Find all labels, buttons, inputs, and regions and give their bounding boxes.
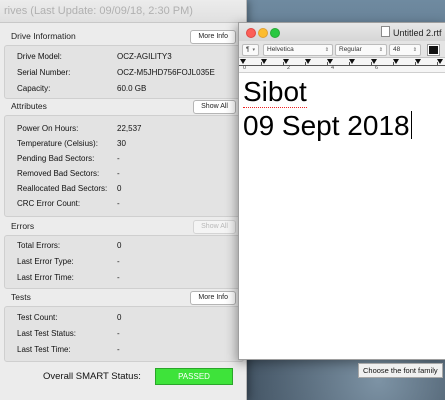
text-color-well[interactable]	[427, 44, 440, 56]
tab-stop-marker[interactable]	[371, 59, 377, 64]
window-title: rives (Last Update: 09/09/18, 2:30 PM)	[0, 0, 246, 23]
document-line-2: 09 Sept 2018	[243, 110, 413, 142]
chevron-updown-icon: ⇕	[412, 47, 417, 53]
last-test-status-value: -	[117, 329, 120, 338]
font-size-value: 48	[393, 46, 401, 53]
tab-stop-marker[interactable]	[437, 59, 443, 64]
misspelled-word: Sibot	[243, 76, 307, 108]
more-info-button[interactable]: More Info	[190, 30, 236, 44]
reallocated-bad-sectors-value: 0	[117, 184, 122, 193]
errors-section: Errors Show All Total Errors: 0 Last Err…	[0, 218, 246, 289]
overall-status-label: Overall SMART Status:	[43, 371, 141, 382]
font-size-combo[interactable]: 48 ⇕	[389, 44, 421, 56]
ruler-number: 0	[243, 65, 247, 71]
show-all-errors-button[interactable]: Show All	[193, 220, 236, 234]
overall-status-row: Overall SMART Status: PASSED	[0, 364, 246, 388]
paragraph-styles-popup[interactable]: ¶ ▾	[242, 44, 260, 56]
serial-number-label: Serial Number:	[17, 68, 71, 77]
smart-status-badge: PASSED	[155, 368, 233, 385]
tab-stop-marker[interactable]	[240, 59, 246, 64]
tab-stop-marker[interactable]	[261, 59, 267, 64]
tab-stop-marker[interactable]	[349, 59, 355, 64]
text-caret	[410, 111, 413, 139]
crc-error-count-label: CRC Error Count:	[17, 199, 81, 208]
minimize-window-button[interactable]	[258, 28, 268, 38]
capacity-value: 60.0 GB	[117, 84, 147, 93]
tests-section: Tests More Info Test Count: 0 Last Test …	[0, 289, 246, 362]
serial-number-value: OCZ-M5JHD756FOJL035E	[117, 68, 215, 77]
chevron-down-icon: ▾	[252, 47, 256, 53]
last-error-time-value: -	[117, 273, 120, 282]
document-text-area[interactable]: Sibot 09 Sept 2018	[239, 73, 445, 359]
font-style-popup[interactable]: Regular ⇕	[335, 44, 387, 56]
drive-information-box: Drive Model: OCZ-AGILITY3 Serial Number:…	[4, 45, 244, 99]
capacity-label: Capacity:	[17, 84, 51, 93]
section-title: Tests	[11, 292, 31, 302]
font-family-tooltip: Choose the font family	[358, 363, 443, 378]
last-test-time-label: Last Test Time:	[17, 345, 71, 354]
total-errors-value: 0	[117, 241, 122, 250]
document-line-2-text: 09 Sept 2018	[243, 110, 410, 141]
last-test-time-value: -	[117, 345, 120, 354]
tests-box: Test Count: 0 Last Test Status: - Last T…	[4, 306, 244, 362]
ruler-number: 2	[287, 65, 291, 71]
document-title: Untitled 2.rtf	[381, 26, 442, 38]
ruler-number: 4	[331, 65, 335, 71]
errors-box: Total Errors: 0 Last Error Type: - Last …	[4, 235, 244, 289]
last-error-time-label: Last Error Time:	[17, 273, 74, 282]
ruler-number: 6	[375, 65, 379, 71]
attributes-section: Attributes Show All Power On Hours: 22,5…	[0, 98, 246, 217]
zoom-window-button[interactable]	[270, 28, 280, 38]
last-error-type-label: Last Error Type:	[17, 257, 74, 266]
tab-stop-marker[interactable]	[393, 59, 399, 64]
ruler[interactable]: 0 2 4 6	[239, 58, 445, 73]
format-toolbar: ¶ ▾ Helvetica ⇕ Regular ⇕ 48 ⇕	[239, 41, 445, 58]
textedit-titlebar[interactable]: Untitled 2.rtf	[239, 23, 445, 41]
power-on-hours-value: 22,537	[117, 124, 142, 133]
paragraph-icon: ¶	[246, 46, 250, 53]
font-style-value: Regular	[339, 46, 362, 53]
power-on-hours-label: Power On Hours:	[17, 124, 79, 133]
tab-stop-marker[interactable]	[415, 59, 421, 64]
document-line-1: Sibot	[243, 76, 307, 108]
tab-stop-marker[interactable]	[327, 59, 333, 64]
tab-stop-marker[interactable]	[283, 59, 289, 64]
chevron-updown-icon: ⇕	[378, 47, 383, 53]
removed-bad-sectors-value: -	[117, 169, 120, 178]
chevron-updown-icon: ⇕	[324, 47, 329, 53]
reallocated-bad-sectors-label: Reallocated Bad Sectors:	[17, 184, 108, 193]
show-all-attributes-button[interactable]: Show All	[193, 100, 236, 114]
pending-bad-sectors-value: -	[117, 154, 120, 163]
pending-bad-sectors-label: Pending Bad Sectors:	[17, 154, 95, 163]
test-count-value: 0	[117, 313, 122, 322]
document-icon	[381, 26, 390, 37]
drive-model-value: OCZ-AGILITY3	[117, 52, 172, 61]
section-title: Attributes	[11, 101, 47, 111]
drive-information-section: Drive Information More Info Drive Model:…	[0, 28, 246, 99]
close-window-button[interactable]	[246, 28, 256, 38]
drive-status-window: rives (Last Update: 09/09/18, 2:30 PM) D…	[0, 0, 247, 400]
textedit-window: Untitled 2.rtf ¶ ▾ Helvetica ⇕ Regular ⇕ 48…	[238, 22, 445, 360]
section-title: Drive Information	[11, 31, 76, 41]
test-count-label: Test Count:	[17, 313, 58, 322]
temperature-value: 30	[117, 139, 126, 148]
attributes-box: Power On Hours: 22,537 Temperature (Cels…	[4, 115, 244, 217]
document-title-text: Untitled 2.rtf	[393, 28, 442, 38]
section-title: Errors	[11, 221, 35, 231]
removed-bad-sectors-label: Removed Bad Sectors:	[17, 169, 100, 178]
crc-error-count-value: -	[117, 199, 120, 208]
temperature-label: Temperature (Celsius):	[17, 139, 98, 148]
total-errors-label: Total Errors:	[17, 241, 61, 250]
last-error-type-value: -	[117, 257, 120, 266]
last-test-status-label: Last Test Status:	[17, 329, 76, 338]
font-family-value: Helvetica	[267, 46, 294, 53]
tab-stop-marker[interactable]	[305, 59, 311, 64]
tests-more-info-button[interactable]: More Info	[190, 291, 236, 305]
drive-model-label: Drive Model:	[17, 52, 62, 61]
font-family-popup[interactable]: Helvetica ⇕	[263, 44, 333, 56]
